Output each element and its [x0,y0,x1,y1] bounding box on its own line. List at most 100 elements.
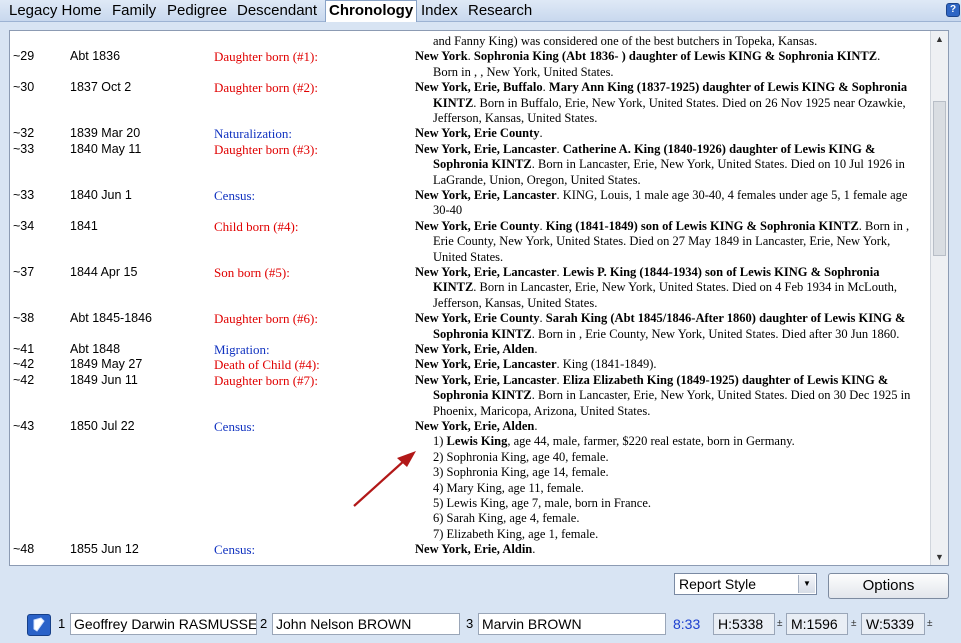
description-line: New York, Erie County. [415,126,543,141]
row-description: New York, Erie County. King (1841-1849) … [415,219,927,265]
row-event-type: Daughter born (#3): [214,141,318,157]
tab-family[interactable]: Family [112,1,156,21]
description-line: Phoenix, Maricopa, Arizona, United State… [433,403,651,418]
description-line: Sophronia KINTZ. Born in , Erie County, … [433,326,900,341]
help-icon[interactable]: ? [946,3,960,17]
row-age: ~34 [13,218,35,233]
row-event-type: Census: [214,542,256,558]
scroll-thumb[interactable] [933,101,946,256]
book-icon[interactable] [27,614,51,636]
row-event-type: Migration: [214,342,270,357]
tab-index[interactable]: Index [421,1,458,21]
description-line: New York, Erie, Buffalo. Mary Ann King (… [415,80,908,95]
wife-adjust-icon[interactable]: ± [927,613,933,635]
wife-count: W:5339 [861,613,925,635]
row-date: Abt 1845-1846 [70,311,153,326]
row-date: 1840 May 11 [70,141,142,156]
husband-adjust-icon[interactable]: ± [777,613,783,635]
row-date: Abt 1836 [70,49,121,64]
row-date: Abt 1848 [70,342,121,356]
row-event-type: Death of Child (#4): [214,357,320,373]
status-bar: 1 Geoffrey Darwin RASMUSSEN 2 John Nelso… [0,610,961,643]
row-event-type: Daughter born (#2): [214,80,318,96]
row-event-type: Daughter born (#7): [214,372,318,388]
description-line: Erie County, New York, United States. Di… [433,234,891,249]
description-line: New York, Erie, Lancaster. Eliza Elizabe… [415,372,889,387]
tab-legacy-home[interactable]: Legacy Home [9,1,102,21]
husband-count: H:5338 [713,613,775,635]
row-description: New York, Erie, Alden. [415,342,927,357]
description-line: New York, Erie County. Sarah King (Abt 1… [415,311,906,326]
row-age: ~38 [13,311,35,326]
slot3-name[interactable]: Marvin BROWN [478,613,666,635]
row-description: New York, Erie, Lancaster. King (1841-18… [415,357,927,372]
vertical-scrollbar[interactable]: ▲ ▼ [930,31,948,565]
slot3-number: 3 [466,616,474,631]
row-date: 1837 Oct 2 [70,80,132,95]
description-line: 4) Mary King, age 11, female. [433,480,584,495]
marriage-adjust-icon[interactable]: ± [851,613,857,635]
description-line: Sophronia KINTZ. Born in Lancaster, Erie… [433,157,905,172]
description-line: New York, Erie, Lancaster. KING, Louis, … [415,188,908,202]
description-line: 7) Elizabeth King, age 1, female. [433,526,599,541]
row-description: New York, Erie, Alden. 1) Lewis King, age… [415,419,927,542]
slot2-number: 2 [260,616,268,631]
description-line: Jefferson, Kansas, United States. [433,111,598,125]
description-line: New York, Erie, Alden. [415,419,538,433]
row-event-type: Census: [214,188,256,203]
description-line: KINTZ. Born in Lancaster, Erie, New York… [433,280,898,295]
clock-time: 8:33 [673,616,701,632]
row-age: ~37 [13,265,35,279]
row-description: New York, Erie County. [415,126,927,141]
chronology-panel: and Fanny King) was considered one of th… [9,30,949,566]
report-style-select[interactable]: Report Style ▼ [674,573,817,595]
tab-descendant[interactable]: Descendant [237,1,317,21]
scroll-up-icon[interactable]: ▲ [931,31,948,47]
tab-pedigree[interactable]: Pedigree [167,1,227,21]
slot1-number: 1 [58,616,66,631]
description-line: New York. Sophronia King (Abt 1836- ) da… [415,49,881,64]
continuation-text: and Fanny King) was considered one of th… [433,34,818,48]
row-description: New York, Erie, Buffalo. Mary Ann King (… [415,80,927,126]
description-line: LaGrande, Union, Oregon, United States. [433,172,641,187]
row-age: ~48 [13,542,35,557]
slot2-name[interactable]: John Nelson BROWN [272,613,460,635]
description-line: Jefferson, Kansas, United States. [433,295,598,310]
row-description: New York, Erie, Lancaster. Eliza Elizabe… [415,373,927,419]
row-age: ~33 [13,188,35,202]
row-date: 1849 Jun 11 [70,372,138,387]
row-date: 1855 Jun 12 [70,542,139,557]
description-line: New York, Erie, Aldin. [415,542,536,557]
scroll-down-icon[interactable]: ▼ [931,549,948,565]
description-line: 1) Lewis King, age 44, male, farmer, $22… [433,434,795,449]
row-age: ~43 [13,419,35,433]
description-line: New York, Erie, Lancaster. King (1841-18… [415,357,657,372]
row-date: 1850 Jul 22 [70,419,135,433]
description-line: 30-40 [433,203,463,218]
description-line: Sophronia KINTZ. Born in Lancaster, Erie… [433,388,911,403]
description-line: KINTZ. Born in Buffalo, Erie, New York, … [433,95,906,110]
row-event-type: Daughter born (#6): [214,311,318,327]
row-event-type: Child born (#4): [214,218,299,234]
row-event-type: Son born (#5): [214,265,290,280]
report-style-value: Report Style [679,576,757,592]
tab-research[interactable]: Research [468,1,532,21]
description-line: New York, Erie, Lancaster. Catherine A. … [415,141,876,156]
tab-chronology[interactable]: Chronology [325,0,418,22]
row-description: New York, Erie, Lancaster. Catherine A. … [415,142,927,188]
row-description: New York, Erie, Lancaster. Lewis P. King… [415,265,927,311]
chevron-down-icon[interactable]: ▼ [798,575,815,593]
slot1-name[interactable]: Geoffrey Darwin RASMUSSEN [70,613,257,635]
description-line: 3) Sophronia King, age 14, female. [433,465,609,480]
row-age: ~33 [13,141,35,156]
options-button[interactable]: Options [828,573,949,599]
main-tab-bar: Legacy Home Family Pedigree Descendant C… [0,0,961,22]
row-age: ~32 [13,126,35,141]
row-date: 1849 May 27 [70,357,143,372]
row-age: ~41 [13,342,35,356]
description-line: New York, Erie, Lancaster. Lewis P. King… [415,265,880,279]
description-line: 5) Lewis King, age 7, male, born in Fran… [433,496,651,511]
row-event-type: Census: [214,419,256,434]
marriage-count: M:1596 [786,613,848,635]
description-line: New York, Erie County. King (1841-1849) … [415,218,910,233]
